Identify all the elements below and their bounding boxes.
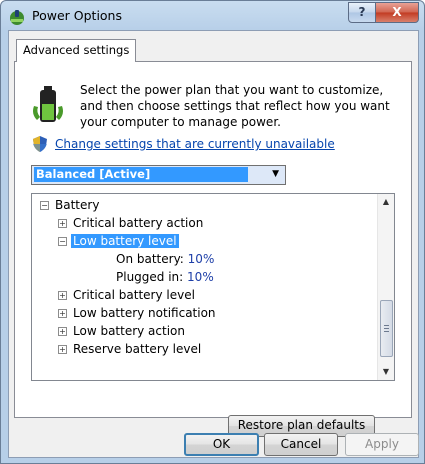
tab-advanced-settings[interactable]: Advanced settings [16, 39, 137, 62]
tree-item-label: Low battery notification [73, 306, 216, 320]
close-button[interactable]: X [375, 2, 419, 23]
expand-icon[interactable]: + [58, 345, 67, 354]
advanced-settings-panel: Select the power plan that you want to c… [14, 61, 412, 437]
tree-item-label: Battery [55, 198, 100, 212]
expand-icon[interactable]: + [58, 219, 67, 228]
ok-button[interactable]: OK [184, 433, 259, 456]
battery-power-icon [33, 86, 63, 122]
intro-text: Select the power plan that you want to c… [80, 83, 390, 129]
dialog-body: Advanced settings Select the power plan … [8, 30, 419, 458]
power-plan-select[interactable]: Balanced [Active] ▼ [31, 165, 286, 185]
setting-label: Plugged in: [116, 270, 184, 284]
power-plan-select-value: Balanced [Active] [34, 167, 248, 182]
scroll-thumb[interactable] [380, 300, 393, 357]
tree-item-label: Critical battery action [73, 216, 204, 230]
title-bar: Power Options ? X [1, 1, 424, 31]
tree-item-label-selected: Low battery level [71, 234, 179, 248]
tree-item-low-battery-level[interactable]: − Low battery level [58, 232, 179, 250]
tree-item-battery[interactable]: − Battery [40, 196, 99, 214]
setting-value[interactable]: 10% [188, 252, 215, 266]
apply-button[interactable]: Apply [345, 433, 419, 456]
grip-line [384, 325, 389, 326]
uac-shield-icon [33, 136, 47, 152]
help-button[interactable]: ? [348, 2, 376, 23]
tree-item-plugged-in[interactable]: Plugged in: 10% [116, 268, 214, 286]
expand-icon[interactable]: + [58, 309, 67, 318]
grip-line [384, 331, 389, 332]
tree-item-critical-battery-action[interactable]: + Critical battery action [58, 214, 203, 232]
tree-item-label: Reserve battery level [73, 342, 202, 356]
expand-icon[interactable]: + [58, 291, 67, 300]
change-unavailable-settings-link[interactable]: Change settings that are currently unava… [55, 137, 335, 151]
setting-value[interactable]: 10% [187, 270, 214, 284]
setting-label: On battery: [116, 252, 184, 266]
window-title: Power Options [32, 8, 122, 23]
tree-item-low-battery-action[interactable]: + Low battery action [58, 322, 185, 340]
tree-item-critical-battery-level[interactable]: + Critical battery level [58, 286, 195, 304]
grip-line [384, 328, 389, 329]
tree-item-low-battery-notification[interactable]: + Low battery notification [58, 304, 216, 322]
collapse-icon[interactable]: − [40, 201, 49, 210]
scroll-up-arrow-icon[interactable]: ▲ [378, 194, 394, 210]
cancel-button[interactable]: Cancel [264, 433, 338, 456]
settings-tree[interactable]: − Battery + Critical battery action − Lo… [31, 193, 395, 381]
tree-item-on-battery[interactable]: On battery: 10% [116, 250, 214, 268]
tree-item-reserve-battery-level[interactable]: + Reserve battery level [58, 340, 201, 358]
tree-item-label: Low battery action [73, 324, 185, 338]
power-options-window: Power Options ? X Advanced settings Sele… [0, 0, 425, 464]
tree-scrollbar[interactable]: ▲ ▼ [377, 194, 394, 380]
expand-icon[interactable]: + [58, 327, 67, 336]
tree-item-label: Critical battery level [73, 288, 195, 302]
collapse-icon[interactable]: − [58, 237, 67, 246]
scroll-down-arrow-icon[interactable]: ▼ [378, 364, 394, 380]
dropdown-arrow-icon: ▼ [272, 169, 279, 179]
power-options-icon [10, 10, 24, 25]
